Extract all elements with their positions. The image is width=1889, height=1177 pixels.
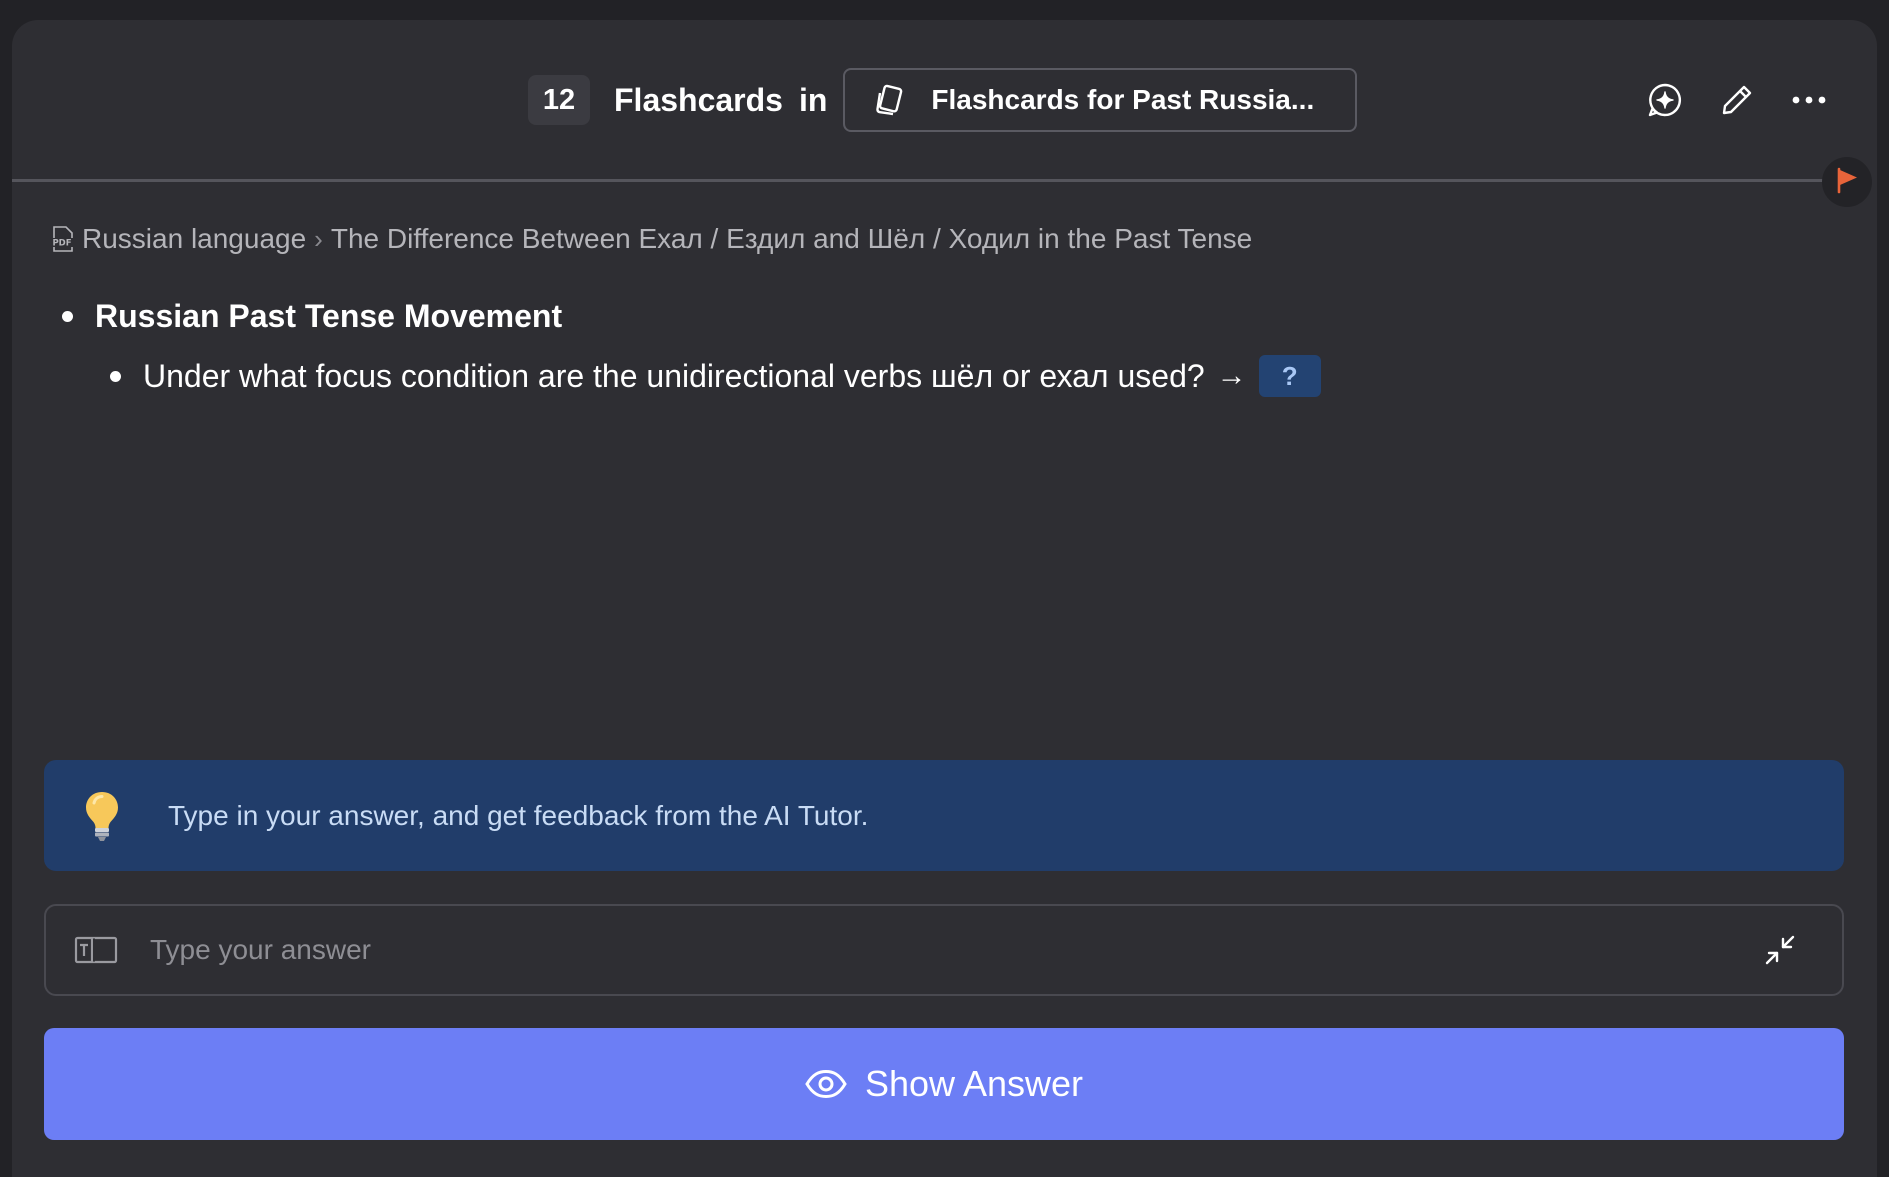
card-count-badge: 12 (528, 75, 590, 125)
flashcard-header: 12 Flashcards in Flashcards for Past Rus… (12, 20, 1877, 180)
header-in-label: in (798, 81, 828, 118)
card-question: Under what focus condition are the unidi… (143, 357, 1205, 394)
show-answer-button[interactable]: Show Answer (44, 1028, 1844, 1140)
bullet-dot (62, 311, 73, 322)
card-content: Russian Past Tense Movement Under what f… (62, 298, 1321, 397)
collapse-icon[interactable] (1762, 932, 1798, 968)
header-flashcards-label: Flashcards (614, 81, 783, 118)
more-horizontal-icon[interactable] (1791, 78, 1827, 122)
text-mode-icon[interactable] (74, 934, 118, 966)
breadcrumb-source[interactable]: Russian language (82, 223, 306, 255)
deck-selector[interactable]: Flashcards for Past Russia... (843, 68, 1358, 132)
pdf-icon: PDF (48, 225, 76, 253)
card-topic: Russian Past Tense Movement (95, 298, 563, 334)
header-actions (1647, 78, 1827, 122)
arrow-right-icon: → (1216, 359, 1247, 392)
bullet-dot (110, 370, 121, 382)
flag-button[interactable] (1822, 157, 1872, 207)
pencil-icon[interactable] (1719, 78, 1755, 122)
lightbulb-icon (82, 789, 122, 843)
topic-item: Russian Past Tense Movement (62, 298, 1321, 335)
svg-text:PDF: PDF (52, 239, 71, 249)
ai-tutor-tip: Type in your answer, and get feedback fr… (44, 760, 1844, 871)
flag-icon (1833, 166, 1861, 199)
breadcrumb-document[interactable]: The Difference Between Ехал / Ездил and … (331, 223, 1252, 255)
header-title-group: 12 Flashcards in Flashcards for Past Rus… (528, 68, 1358, 132)
breadcrumb-separator: › (314, 223, 323, 254)
progress-divider (12, 179, 1837, 182)
sparkle-add-icon[interactable] (1647, 78, 1683, 122)
cards-icon (873, 83, 907, 117)
deck-title: Flashcards for Past Russia... (931, 84, 1315, 115)
eye-icon (805, 1069, 847, 1099)
answer-input[interactable] (148, 920, 1762, 980)
question-item: Under what focus condition are the unidi… (110, 355, 1321, 397)
show-answer-label: Show Answer (864, 1063, 1084, 1104)
hidden-answer-cloze[interactable]: ? (1258, 355, 1321, 397)
answer-field (44, 904, 1844, 996)
flashcard-panel: 12 Flashcards in Flashcards for Past Rus… (12, 20, 1877, 1177)
tip-text: Type in your answer, and get feedback fr… (168, 799, 869, 831)
breadcrumb: PDF Russian language › The Difference Be… (48, 223, 1252, 255)
